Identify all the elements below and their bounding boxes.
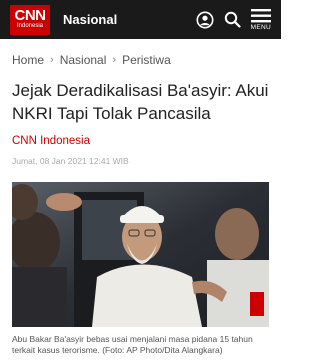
search-icon — [224, 11, 241, 28]
article-source[interactable]: CNN Indonesia — [12, 135, 269, 147]
cnn-indonesia-logo[interactable]: CNN Indonesia — [10, 4, 50, 35]
article-date: Jumat, 08 Jan 2021 12:41 WIB — [12, 156, 129, 166]
account-button[interactable] — [196, 11, 214, 29]
article-photo[interactable] — [12, 182, 269, 327]
breadcrumb-item-nasional[interactable]: Nasional — [60, 53, 107, 67]
article-title: Jejak Deradikalisasi Ba'asyir: Akui NKRI… — [12, 81, 269, 123]
photo-caption: Abu Bakar Ba'asyir bebas usai menjalani … — [12, 334, 253, 355]
breadcrumb: Home › Nasional › Peristiwa — [0, 49, 281, 71]
breadcrumb-item-peristiwa[interactable]: Peristiwa — [122, 53, 171, 67]
top-navigation-bar: CNN Indonesia Nasional MENU — [0, 0, 281, 39]
hamburger-menu-icon — [250, 8, 271, 22]
breadcrumb-item-home[interactable]: Home — [12, 53, 44, 67]
search-button[interactable] — [224, 11, 241, 28]
chevron-right-icon: › — [50, 54, 54, 66]
header-actions: MENU — [196, 0, 271, 39]
user-circle-icon — [196, 11, 214, 28]
chevron-right-icon: › — [112, 54, 117, 66]
logo-subtext: Indonesia — [16, 23, 44, 29]
section-title[interactable]: Nasional — [63, 12, 117, 27]
photo-illustration — [12, 182, 269, 327]
menu-label: MENU — [250, 23, 271, 31]
logo-text: CNN — [14, 7, 47, 24]
menu-button[interactable]: MENU — [250, 8, 271, 31]
